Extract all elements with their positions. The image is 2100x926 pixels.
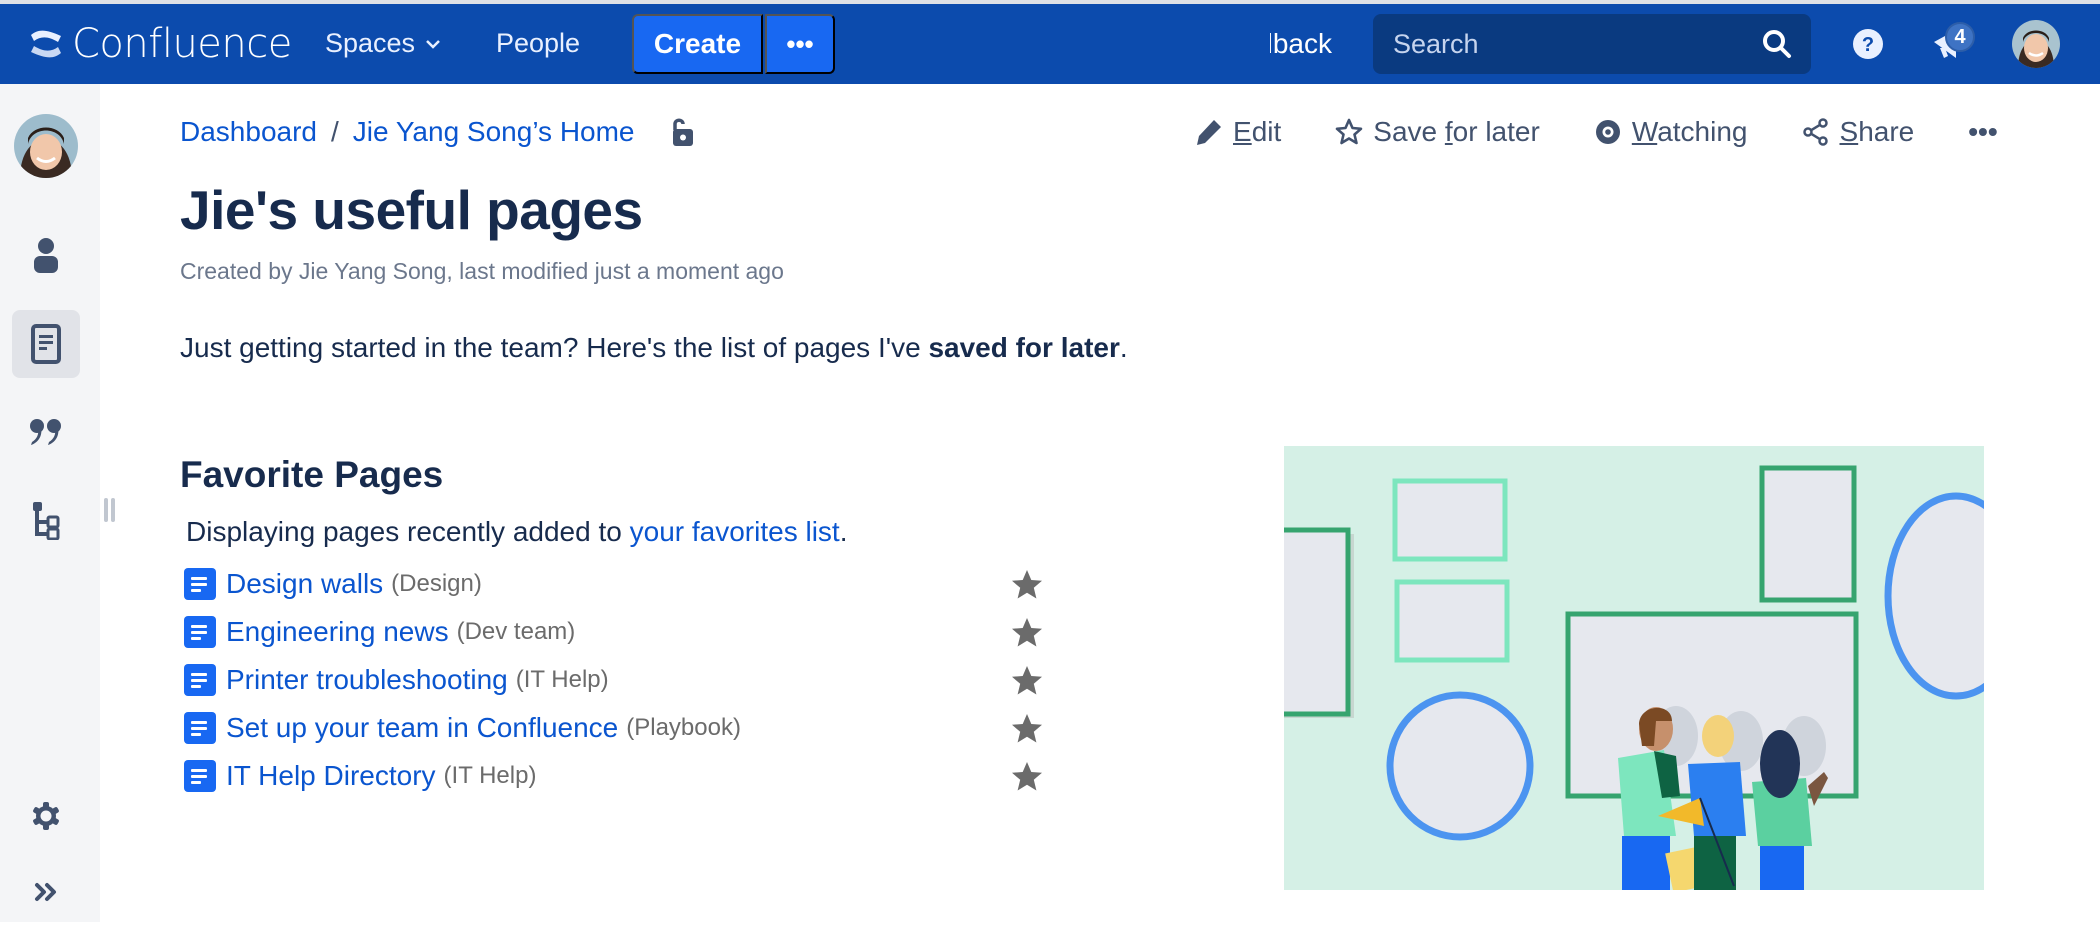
help-icon[interactable]: ? [1852, 28, 1884, 60]
star-filled-icon[interactable] [1010, 616, 1044, 650]
favorite-page-space: (Design) [391, 570, 482, 597]
nav-people-label: People [496, 28, 581, 58]
nav-spaces[interactable]: Spaces [325, 28, 441, 59]
sidebar-expand-button[interactable] [12, 858, 80, 926]
svg-text:?: ? [1862, 34, 1874, 56]
user-avatar[interactable] [2012, 20, 2060, 68]
nav-spaces-label: Spaces [325, 28, 416, 58]
double-chevron-right-icon [35, 883, 56, 901]
watching-button[interactable]: Watching [1594, 116, 1748, 148]
favorite-pages-description: Displaying pages recently added to your … [186, 516, 848, 547]
top-navigation-bar: Confluence Spaces People Create ••• Feed… [0, 4, 2100, 84]
list-item: Printer troubleshooting (IT Help) [184, 656, 1054, 704]
star-filled-icon[interactable] [1010, 664, 1044, 698]
page-icon [184, 760, 216, 792]
intro-paragraph: Just getting started in the team? Here's… [180, 332, 1128, 363]
more-actions-button[interactable]: ••• [1968, 116, 1997, 148]
tree-icon [33, 502, 60, 540]
space-sidebar [0, 84, 100, 922]
people-viewing-gallery-image [1284, 446, 1984, 890]
intro-bold: saved for later [928, 332, 1120, 363]
save-for-later-label: Save for later [1373, 116, 1540, 147]
save-for-later-button[interactable]: Save for later [1335, 116, 1540, 148]
favorite-page-link[interactable]: Set up your team in Confluence [226, 712, 618, 744]
create-button[interactable]: Create [632, 14, 763, 74]
list-item: Set up your team in Confluence (Playbook… [184, 704, 1054, 752]
space-avatar[interactable] [14, 114, 78, 178]
page-icon [184, 616, 216, 648]
feedback-link[interactable]: Feedback [1270, 28, 1332, 60]
favorite-page-space: (Dev team) [456, 618, 576, 645]
page-title: Jie's useful pages [180, 179, 643, 241]
avatar-image [14, 114, 78, 178]
search-icon[interactable] [1761, 28, 1793, 60]
edit-label: Edit [1233, 116, 1282, 147]
chevron-down-icon [426, 39, 440, 49]
share-icon [1802, 118, 1828, 146]
star-filled-icon[interactable] [1010, 712, 1044, 746]
sidebar-item-page-tree[interactable] [12, 486, 80, 554]
favorite-page-space: (IT Help) [443, 762, 537, 789]
share-label: Share [1839, 116, 1915, 147]
gear-icon [33, 802, 59, 830]
search-box[interactable] [1373, 14, 1811, 74]
list-item: IT Help Directory (IT Help) [184, 752, 1054, 800]
page-icon [184, 712, 216, 744]
page-icon [31, 324, 61, 364]
favorites-list-link[interactable]: your favorites list [630, 516, 840, 547]
sidebar-item-profile[interactable] [12, 222, 80, 290]
star-filled-icon[interactable] [1010, 568, 1044, 602]
confluence-logo-icon [31, 30, 61, 58]
edit-button[interactable]: Edit [1195, 116, 1281, 148]
notifications-badge: 4 [1945, 22, 1975, 52]
star-filled-icon[interactable] [1010, 760, 1044, 794]
confluence-logo[interactable]: Confluence [28, 20, 292, 68]
star-outline-icon [1335, 118, 1363, 145]
favorite-page-link[interactable]: Engineering news [226, 616, 449, 648]
page-icon [184, 664, 216, 696]
page-actions: Edit Save for later Watching Share ••• [1195, 116, 1998, 148]
avatar-image [2012, 20, 2060, 68]
breadcrumb-home[interactable]: Jie Yang Song’s Home [353, 116, 635, 148]
sidebar-item-blog[interactable] [12, 398, 80, 466]
search-input[interactable] [1393, 28, 1753, 60]
person-icon [34, 238, 58, 273]
favorite-page-link[interactable]: IT Help Directory [226, 760, 436, 792]
page-icon [184, 568, 216, 600]
favorite-page-link[interactable]: Printer troubleshooting [226, 664, 508, 696]
share-button[interactable]: Share [1802, 116, 1915, 148]
breadcrumb-dashboard[interactable]: Dashboard [180, 116, 317, 148]
favorite-page-link[interactable]: Design walls [226, 568, 383, 600]
brand-name: Confluence [72, 21, 292, 67]
pencil-icon [1197, 120, 1221, 145]
gallery-illustration [1284, 446, 1984, 890]
favorite-page-space: (IT Help) [515, 666, 609, 693]
list-item: Engineering news (Dev team) [184, 608, 1054, 656]
nav-people[interactable]: People [496, 28, 580, 59]
favorite-pages-list: Design walls (Design) Engineering news (… [184, 560, 1054, 800]
page-byline: Created by Jie Yang Song, last modified … [180, 258, 784, 284]
create-more-button[interactable]: ••• [765, 14, 835, 74]
list-item: Design walls (Design) [184, 560, 1054, 608]
breadcrumb-separator: / [330, 116, 339, 147]
sidebar-item-pages[interactable] [12, 310, 80, 378]
quote-icon [30, 419, 61, 445]
sidebar-item-settings[interactable] [12, 782, 80, 850]
favorite-pages-heading: Favorite Pages [180, 454, 444, 495]
breadcrumb: Dashboard / Jie Yang Song’s Home [180, 116, 697, 148]
eye-icon [1595, 120, 1620, 144]
watching-label: Watching [1631, 116, 1748, 147]
unlocked-icon[interactable] [669, 116, 697, 148]
sidebar-resize-handle[interactable] [104, 498, 116, 524]
favorite-page-space: (Playbook) [626, 714, 741, 741]
